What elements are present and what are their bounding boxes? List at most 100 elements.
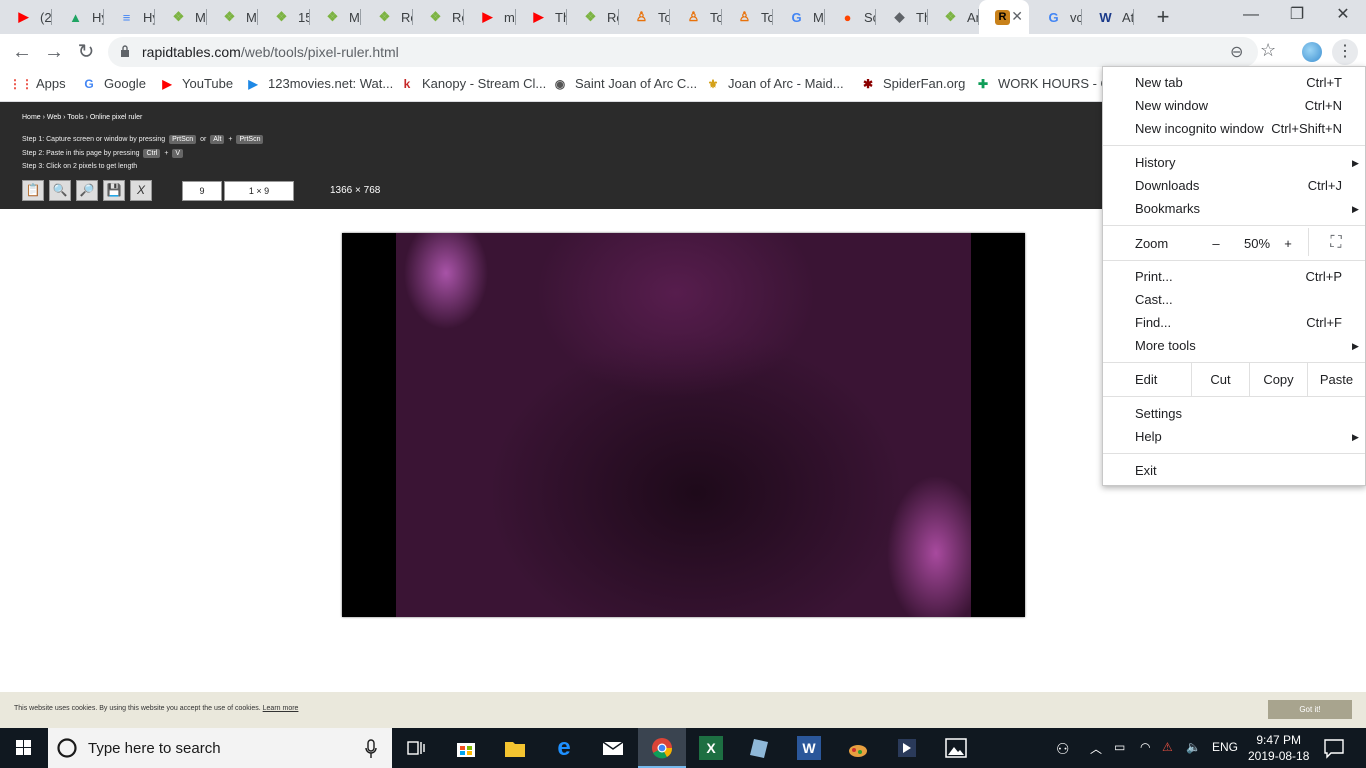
clock[interactable]: 9:47 PM 2019-08-18 [1248, 732, 1309, 764]
paint-icon[interactable] [846, 736, 870, 760]
microphone-icon[interactable] [364, 739, 378, 759]
zoom-icon[interactable]: ⊖ [1230, 42, 1243, 62]
volume-icon[interactable]: 🔈 [1186, 740, 1201, 754]
fullscreen-icon[interactable]: ⛶ [1326, 234, 1346, 252]
bookmark-item[interactable]: k Kanopy - Stream Cl... [400, 76, 547, 91]
language-indicator[interactable]: ENG [1212, 740, 1238, 754]
tab[interactable]: ❖ M [309, 0, 361, 34]
bookmark-item[interactable]: ✚ WORK HOURS - Go [976, 76, 1118, 91]
wifi-icon[interactable]: ◠ [1140, 740, 1150, 754]
tab[interactable]: ❖ 15 [258, 0, 310, 34]
tab-active[interactable]: R ✕ [979, 0, 1029, 34]
tab-close-icon[interactable]: ✕ [1011, 8, 1023, 25]
bookmark-star-icon[interactable]: ☆ [1260, 40, 1276, 61]
length-field[interactable]: 9 [182, 181, 222, 201]
new-tab-button[interactable]: + [1150, 4, 1176, 30]
close-window-button[interactable]: ✕ [1320, 0, 1366, 32]
tab[interactable]: ❖Re [412, 0, 464, 34]
menu-cast[interactable]: Cast... [1135, 292, 1173, 307]
bookmark-item[interactable]: ▶ 123movies.net: Wat... [246, 76, 393, 91]
breadcrumb[interactable]: Home › Web › Tools › Online pixel ruler [22, 114, 142, 121]
menu-new-incognito[interactable]: New incognito window [1135, 121, 1264, 136]
bookmark-item[interactable]: ▶ YouTube [160, 76, 233, 91]
zoom-in-button[interactable]: + [1280, 236, 1296, 251]
chrome-icon[interactable] [650, 736, 674, 760]
tab[interactable]: ❖ M [206, 0, 258, 34]
save-tool-button[interactable]: 💾 [103, 180, 125, 201]
lock-icon[interactable] [120, 45, 130, 57]
menu-exit[interactable]: Exit [1135, 463, 1157, 478]
address-bar[interactable]: rapidtables.com/web/tools/pixel-ruler.ht… [108, 37, 1276, 67]
tab[interactable]: GM [773, 0, 825, 34]
zoom-in-tool-button[interactable]: 🔍 [49, 180, 71, 201]
chrome-menu-button[interactable]: ⋮ [1332, 39, 1358, 65]
tab[interactable]: ▶ Th [515, 0, 567, 34]
back-button[interactable]: ← [8, 38, 36, 66]
profile-avatar[interactable] [1302, 42, 1322, 62]
notes-icon[interactable] [748, 736, 772, 760]
tab[interactable]: ♙ To [618, 0, 670, 34]
url-text[interactable]: rapidtables.com/web/tools/pixel-ruler.ht… [142, 44, 399, 60]
photos-icon[interactable] [944, 736, 968, 760]
menu-bookmarks[interactable]: Bookmarks [1135, 201, 1200, 216]
learn-more-link[interactable]: Learn more [263, 705, 299, 712]
battery-icon[interactable]: ▭ [1114, 740, 1125, 754]
search-placeholder[interactable]: Type here to search [88, 740, 221, 757]
mail-icon[interactable] [601, 736, 625, 760]
movie-editor-icon[interactable] [895, 736, 919, 760]
menu-new-tab[interactable]: New tab [1135, 75, 1183, 90]
bookmark-item[interactable]: G Google [82, 76, 146, 91]
tab[interactable]: ▶ m [464, 0, 516, 34]
action-center-icon[interactable] [1322, 736, 1346, 760]
antivirus-icon[interactable]: ⚠ [1162, 740, 1173, 754]
bookmark-item[interactable]: ◉ Saint Joan of Arc C... [553, 76, 697, 91]
tab[interactable]: ≡Hy [103, 0, 155, 34]
minimize-button[interactable]: — [1228, 0, 1274, 32]
tab[interactable]: ❖Re [361, 0, 413, 34]
tab[interactable]: W At [1082, 0, 1134, 34]
tab[interactable]: ❖ Ar [927, 0, 979, 34]
tab[interactable]: ♙ To [721, 0, 773, 34]
menu-print[interactable]: Print... [1135, 269, 1173, 284]
tab[interactable]: ●Sc [824, 0, 876, 34]
menu-history[interactable]: History [1135, 155, 1175, 170]
tab[interactable]: ❖Re [567, 0, 619, 34]
menu-new-window[interactable]: New window [1135, 98, 1208, 113]
bookmark-item[interactable]: ⚜ Joan of Arc - Maid... [706, 76, 844, 91]
tab[interactable]: ◆ Th [876, 0, 928, 34]
store-icon[interactable] [454, 736, 478, 760]
maximize-button[interactable]: ❐ [1274, 0, 1320, 32]
forward-button[interactable]: → [40, 38, 68, 66]
tab[interactable]: ▲Hy [52, 0, 104, 34]
menu-settings[interactable]: Settings [1135, 406, 1182, 421]
start-button[interactable] [0, 728, 48, 768]
zoom-out-tool-button[interactable]: 🔎 [76, 180, 98, 201]
edge-icon[interactable]: e [552, 736, 576, 760]
pasted-image-content[interactable] [396, 233, 971, 617]
menu-more-tools[interactable]: More tools [1135, 338, 1196, 353]
file-explorer-icon[interactable] [503, 736, 527, 760]
task-view-icon[interactable] [404, 736, 428, 760]
excel-icon[interactable]: X [699, 736, 723, 760]
people-icon[interactable]: ⚇ [1056, 740, 1069, 758]
reload-button[interactable]: ↻ [72, 38, 100, 66]
tab[interactable]: ♙ To [670, 0, 722, 34]
paste-tool-button[interactable]: 📋 [22, 180, 44, 201]
menu-find[interactable]: Find... [1135, 315, 1171, 330]
tab[interactable]: ▶(2) [0, 0, 52, 34]
bookmark-item[interactable]: ✱ SpiderFan.org [861, 76, 965, 91]
zoom-out-button[interactable]: – [1208, 236, 1224, 251]
menu-cut-button[interactable]: Cut [1191, 362, 1249, 397]
clear-tool-button[interactable]: X [130, 180, 152, 201]
pasted-image[interactable] [342, 233, 1025, 617]
tab[interactable]: Gvc [1030, 0, 1082, 34]
show-hidden-icons[interactable]: ︿ [1090, 740, 1102, 757]
menu-help[interactable]: Help [1135, 429, 1162, 444]
menu-paste-button[interactable]: Paste [1307, 362, 1365, 397]
word-icon[interactable]: W [797, 736, 821, 760]
tab[interactable]: ❖ M [155, 0, 207, 34]
menu-downloads[interactable]: Downloads [1135, 178, 1199, 193]
size-field[interactable]: 1 × 9 [224, 181, 294, 201]
bookmark-item[interactable]: ⋮⋮ Apps [9, 76, 66, 91]
menu-copy-button[interactable]: Copy [1249, 362, 1307, 397]
